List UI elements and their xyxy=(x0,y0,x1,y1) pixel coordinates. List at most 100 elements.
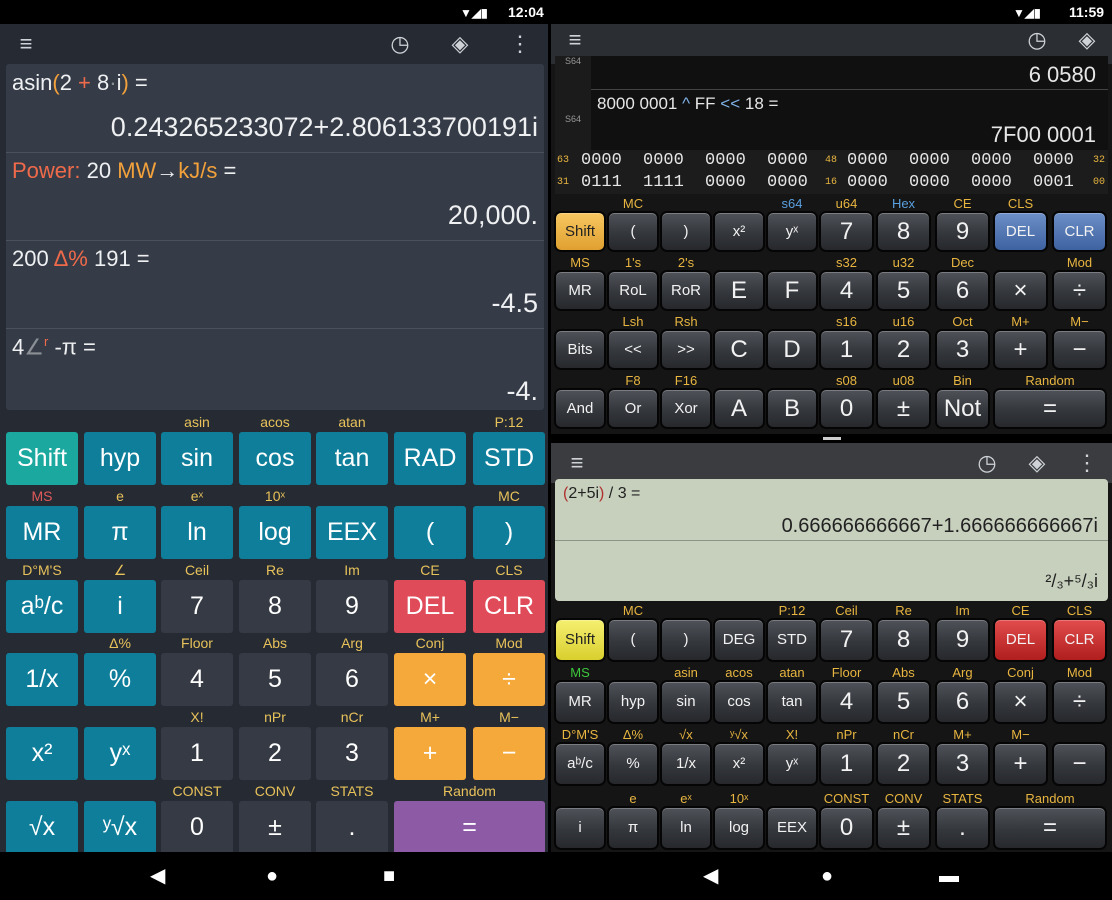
key-8[interactable]: 8 xyxy=(876,618,931,662)
key-tan[interactable]: tan xyxy=(316,432,388,485)
key-symbol[interactable]: ± xyxy=(876,388,931,429)
key-hyp[interactable]: hyp xyxy=(84,432,156,485)
key-sin[interactable]: sin xyxy=(161,432,233,485)
key-log[interactable]: log xyxy=(239,506,311,559)
key-0[interactable]: 0 xyxy=(819,388,874,429)
key-8[interactable]: 8 xyxy=(876,211,931,252)
key-tan[interactable]: tan xyxy=(766,680,818,724)
home-icon[interactable]: ● xyxy=(821,864,833,888)
key-symbol[interactable]: . xyxy=(316,801,388,854)
key-del[interactable]: DEL xyxy=(993,211,1048,252)
key-shift[interactable]: Shift xyxy=(554,211,606,252)
key-symbol[interactable]: ÷ xyxy=(473,653,545,706)
key-sin[interactable]: sin xyxy=(660,680,712,724)
key-2[interactable]: 2 xyxy=(876,742,931,786)
key-symbol[interactable]: π xyxy=(84,506,156,559)
key-2[interactable]: 2 xyxy=(876,329,931,370)
key-e[interactable]: E xyxy=(713,270,765,311)
key-i[interactable]: i xyxy=(554,806,606,850)
key-3[interactable]: 3 xyxy=(935,329,990,370)
key-symbol[interactable]: ( xyxy=(394,506,466,559)
key-rad[interactable]: RAD xyxy=(394,432,466,485)
key-hyp[interactable]: hyp xyxy=(607,680,659,724)
recent-apps-icon[interactable]: ■ xyxy=(383,864,395,888)
key-4[interactable]: 4 xyxy=(161,653,233,706)
key-9[interactable]: 9 xyxy=(316,580,388,633)
key-symbol[interactable]: >> xyxy=(660,329,712,370)
key-symbol[interactable]: − xyxy=(1052,742,1107,786)
key-cos[interactable]: cos xyxy=(239,432,311,485)
key-and[interactable]: And xyxy=(554,388,606,429)
key-bits[interactable]: Bits xyxy=(554,329,606,370)
key-not[interactable]: Not xyxy=(935,388,990,429)
key-xor[interactable]: Xor xyxy=(660,388,712,429)
key-9[interactable]: 9 xyxy=(935,211,990,252)
key-symbol[interactable]: − xyxy=(1052,329,1107,370)
key-symbol[interactable]: ( xyxy=(607,211,659,252)
recent-apps-icon[interactable]: ▬ xyxy=(939,864,959,888)
key-eex[interactable]: EEX xyxy=(316,506,388,559)
key-a[interactable]: A xyxy=(713,388,765,429)
back-icon[interactable]: ◀ xyxy=(703,864,718,888)
key-x[interactable]: x² xyxy=(713,742,765,786)
hamburger-icon[interactable]: ≡ xyxy=(12,32,40,56)
key-0[interactable]: 0 xyxy=(819,806,874,850)
clock-icon[interactable]: ◷ xyxy=(1023,28,1051,52)
more-vert-icon[interactable]: ⋮ xyxy=(506,32,534,56)
key-symbol[interactable]: π xyxy=(607,806,659,850)
key-x[interactable]: √x xyxy=(6,801,78,854)
key-symbol[interactable]: × xyxy=(394,653,466,706)
key-f[interactable]: F xyxy=(766,270,818,311)
key-y[interactable]: yˣ xyxy=(766,211,818,252)
key-4[interactable]: 4 xyxy=(819,270,874,311)
key-symbol[interactable]: ÷ xyxy=(1052,270,1107,311)
clock-icon[interactable]: ◷ xyxy=(386,32,414,56)
key-ln[interactable]: ln xyxy=(660,806,712,850)
key-symbol[interactable]: + xyxy=(993,742,1048,786)
key-1[interactable]: 1 xyxy=(819,329,874,370)
key-std[interactable]: STD xyxy=(473,432,545,485)
key-symbol[interactable]: ) xyxy=(660,618,712,662)
key-symbol[interactable]: ( xyxy=(607,618,659,662)
key-x[interactable]: x² xyxy=(713,211,765,252)
key-1[interactable]: 1 xyxy=(819,742,874,786)
more-vert-icon[interactable]: ⋮ xyxy=(1073,451,1101,475)
key-4[interactable]: 4 xyxy=(819,680,874,724)
key-7[interactable]: 7 xyxy=(819,618,874,662)
key-1[interactable]: 1 xyxy=(161,727,233,780)
key-symbol[interactable]: × xyxy=(993,270,1048,311)
key-symbol[interactable]: . xyxy=(935,806,990,850)
key-1x[interactable]: 1/x xyxy=(6,653,78,706)
key-5[interactable]: 5 xyxy=(876,680,931,724)
home-icon[interactable]: ● xyxy=(266,864,278,888)
key-ln[interactable]: ln xyxy=(161,506,233,559)
key-7[interactable]: 7 xyxy=(819,211,874,252)
key-del[interactable]: DEL xyxy=(993,618,1048,662)
key-9[interactable]: 9 xyxy=(935,618,990,662)
key-symbol[interactable]: ± xyxy=(239,801,311,854)
key-0[interactable]: 0 xyxy=(161,801,233,854)
key-y[interactable]: yˣ xyxy=(84,727,156,780)
key-3[interactable]: 3 xyxy=(935,742,990,786)
key-deg[interactable]: DEG xyxy=(713,618,765,662)
key-del[interactable]: DEL xyxy=(394,580,466,633)
key-d[interactable]: D xyxy=(766,329,818,370)
key-symbol[interactable]: = xyxy=(993,806,1107,850)
back-icon[interactable]: ◀ xyxy=(150,864,165,888)
key-5[interactable]: 5 xyxy=(876,270,931,311)
key-symbol[interactable]: − xyxy=(473,727,545,780)
key-symbol[interactable]: % xyxy=(607,742,659,786)
key-mr[interactable]: MR xyxy=(554,270,606,311)
clock-icon[interactable]: ◷ xyxy=(973,451,1001,475)
key-clr[interactable]: CLR xyxy=(1052,211,1107,252)
key-x[interactable]: ʸ√x xyxy=(84,801,156,854)
key-b[interactable]: B xyxy=(766,388,818,429)
key-i[interactable]: i xyxy=(84,580,156,633)
key-or[interactable]: Or xyxy=(607,388,659,429)
key-clr[interactable]: CLR xyxy=(1052,618,1107,662)
hamburger-icon[interactable]: ≡ xyxy=(563,451,591,475)
key-ac[interactable]: aᵇ/c xyxy=(6,580,78,633)
key-shift[interactable]: Shift xyxy=(554,618,606,662)
key-symbol[interactable]: = xyxy=(993,388,1107,429)
layers-icon[interactable]: ◈ xyxy=(1073,28,1101,52)
